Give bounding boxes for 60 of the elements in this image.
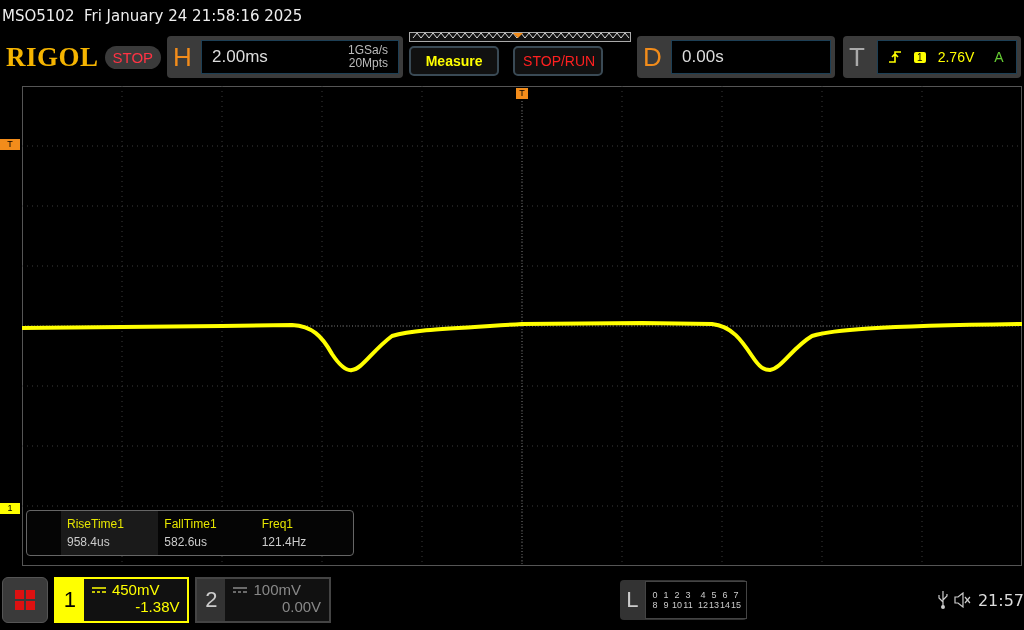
logic-channel-number: 2 (673, 590, 681, 600)
trigger-level-marker[interactable]: T (0, 139, 20, 150)
sample-rate: 1GSa/s (348, 44, 389, 57)
logic-channel-number: 14 (719, 600, 731, 610)
logic-channel-number: 15 (730, 600, 742, 610)
measurement-name: Freq1 (261, 517, 294, 531)
trigger-position-marker[interactable]: T (516, 88, 528, 99)
logic-channel-number: 12 (697, 600, 709, 610)
channel-scale: 450mV (111, 581, 160, 598)
menu-button[interactable] (2, 577, 48, 623)
logic-channel-number: 8 (651, 600, 659, 610)
logic-channel-number: 11 (682, 600, 694, 610)
logic-channel-number: 10 (671, 600, 683, 610)
delay-panel[interactable]: D 0.00s (637, 36, 836, 78)
status-line: MSO5102 Fri January 24 21:58:16 2025 (1, 6, 303, 27)
logic-channel-number: 3 (684, 590, 692, 600)
channel-scale: 100mV (253, 581, 301, 598)
delay-label: D (643, 41, 663, 73)
rising-edge-icon (888, 50, 903, 64)
logic-channel-number: 5 (710, 590, 718, 600)
clock: 21:57 (977, 590, 1024, 610)
horizontal-panel[interactable]: H 2.00ms 1GSa/s 20Mpts (167, 36, 404, 78)
measurement-value: 121.4Hz (261, 535, 308, 549)
measurement-value: 958.4us (67, 535, 111, 549)
stop-run-button[interactable]: STOP/RUN (513, 46, 604, 76)
channel-offset: -1.38V (135, 598, 180, 615)
trigger-source-badge: 1 (914, 51, 926, 63)
dc-coupling-icon (91, 585, 106, 594)
speaker-muted-icon (953, 592, 972, 608)
measure-button[interactable]: Measure (409, 46, 500, 76)
trigger-panel[interactable]: T 1 2.76V A (843, 36, 1022, 78)
measurement-name: FallTime1 (164, 517, 218, 531)
logic-channel-number: 6 (721, 590, 729, 600)
memory-depth: 20Mpts (348, 57, 389, 70)
usb-icon (938, 590, 948, 610)
horizontal-label: H (173, 41, 193, 73)
channel-offset: 0.00V (281, 598, 322, 615)
channel-panel[interactable]: 1 450mV -1.38V (53, 577, 190, 623)
channel-offset-marker[interactable]: 1 (0, 503, 20, 514)
measurement-value: 582.6us (164, 535, 209, 549)
logo: RIGOL (6, 41, 99, 73)
logic-panel[interactable]: L 0 1 2 3 4 5 6 7 8 9 10 11 12131415 (620, 580, 747, 620)
grid-icon (13, 589, 36, 611)
trigger-level-value: 2.76V (937, 49, 975, 65)
trigger-label: T (849, 41, 866, 73)
logic-label: L (626, 587, 639, 613)
trigger-mode: A (994, 49, 1004, 65)
delay-value: 0.00s (682, 47, 724, 67)
timebase-value: 2.00ms (212, 47, 268, 67)
channel-panel[interactable]: 2 100mV 0.00V (195, 577, 332, 623)
logic-channel-number: 1 (662, 590, 670, 600)
logic-channel-number: 7 (732, 590, 740, 600)
logic-channel-number: 0 (651, 590, 659, 600)
dc-coupling-icon (233, 585, 248, 594)
logic-channel-number: 13 (708, 600, 720, 610)
logic-channel-number: 4 (699, 590, 707, 600)
logic-channel-number: 9 (662, 600, 670, 610)
channel-number: 2 (197, 579, 226, 621)
measurement-name: RiseTime1 (67, 517, 125, 531)
channel-number: 1 (55, 579, 84, 621)
